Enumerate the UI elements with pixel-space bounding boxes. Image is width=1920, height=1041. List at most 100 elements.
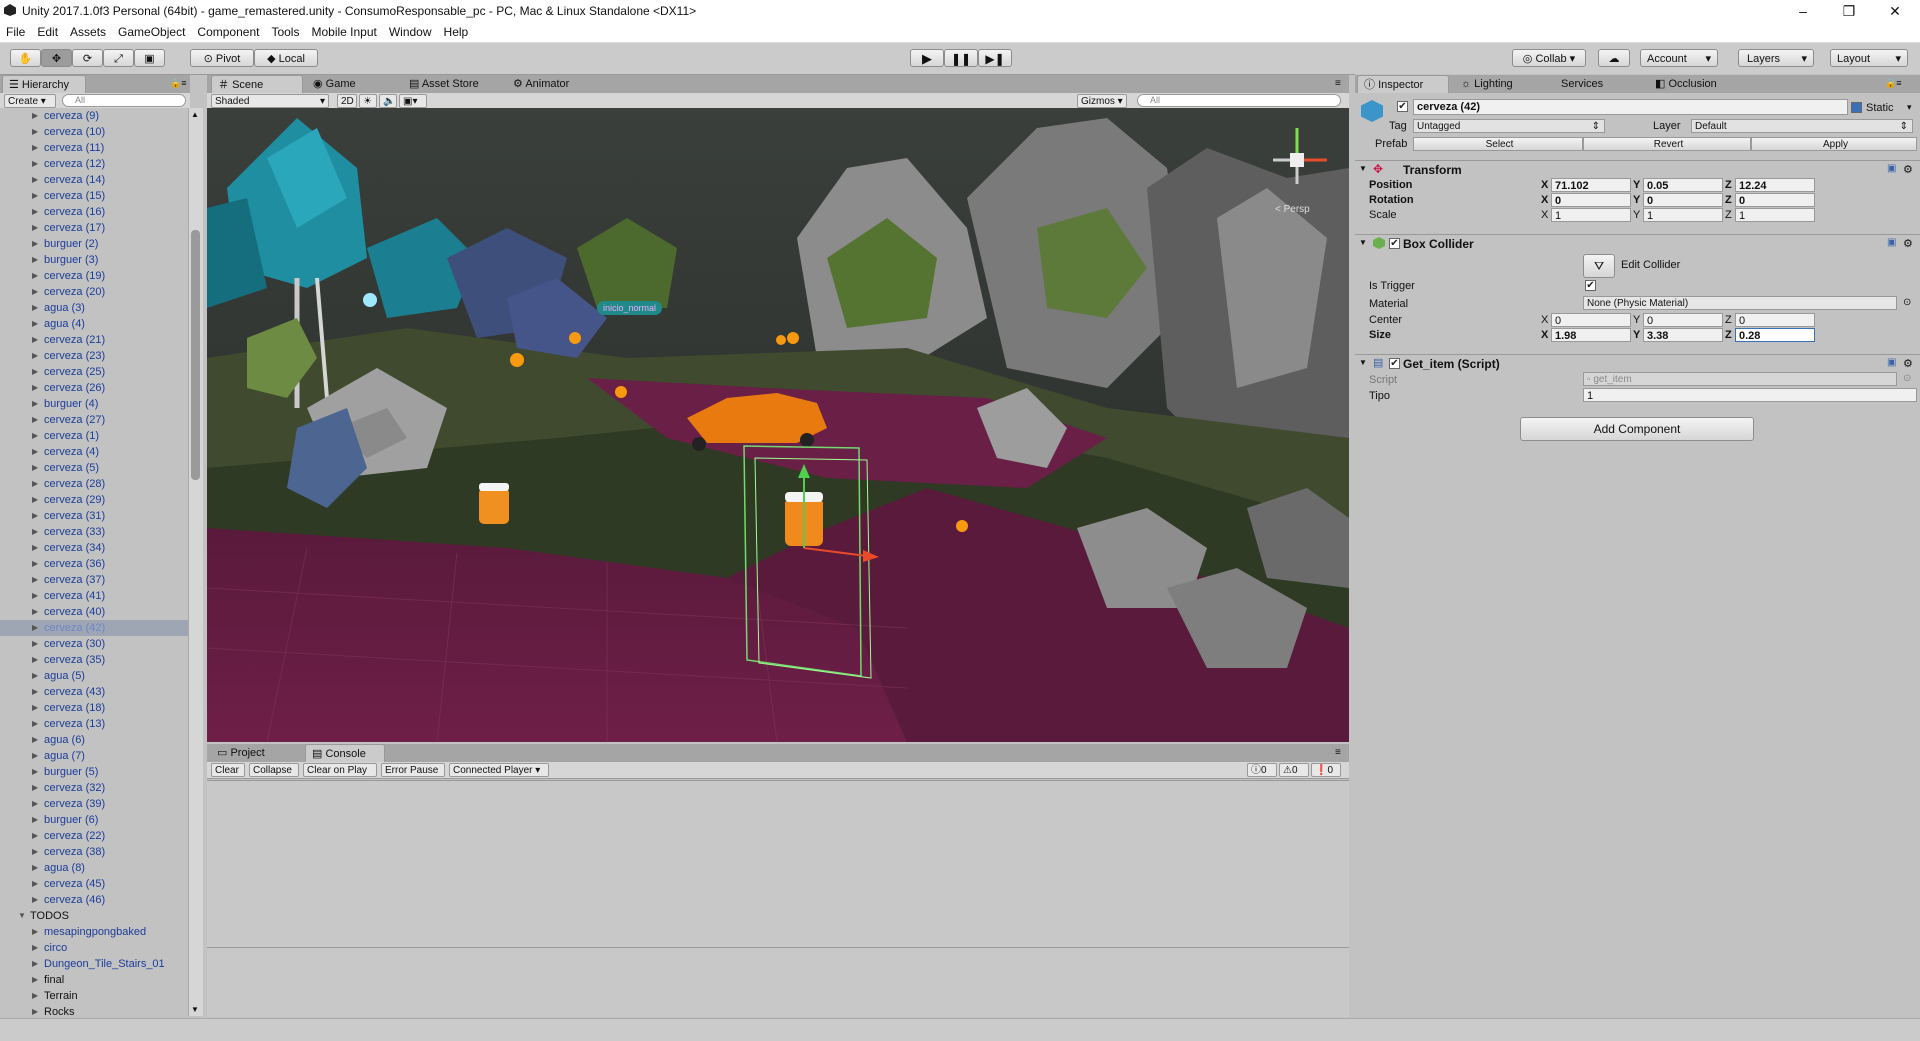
tipo-field[interactable]: 1 <box>1583 388 1917 402</box>
hierarchy-item[interactable]: ▶ cerveza (14) <box>0 172 188 188</box>
console-divider[interactable] <box>207 947 1349 948</box>
collapsed-arrow-icon[interactable]: ▶ <box>32 124 38 140</box>
menu-tools[interactable]: Tools <box>265 22 305 42</box>
box-collider-enabled-checkbox[interactable]: ✔ <box>1389 238 1400 249</box>
collapsed-arrow-icon[interactable]: ▶ <box>32 236 38 252</box>
collapsed-arrow-icon[interactable]: ▶ <box>32 364 38 380</box>
hierarchy-item[interactable]: ▶ cerveza (40) <box>0 604 188 620</box>
collapsed-arrow-icon[interactable]: ▶ <box>32 300 38 316</box>
static-dropdown-caret-icon[interactable]: ▾ <box>1907 102 1912 113</box>
object-active-checkbox[interactable]: ✔ <box>1397 101 1408 112</box>
collapsed-arrow-icon[interactable]: ▶ <box>32 540 38 556</box>
collapsed-arrow-icon[interactable]: ▶ <box>32 812 38 828</box>
collapsed-arrow-icon[interactable]: ▶ <box>32 476 38 492</box>
hierarchy-item[interactable]: ▶ agua (4) <box>0 316 188 332</box>
console-menu-icon[interactable]: ≡ <box>1335 747 1341 758</box>
script-enabled-checkbox[interactable]: ✔ <box>1389 358 1400 369</box>
collapsed-arrow-icon[interactable]: ▶ <box>32 604 38 620</box>
collapsed-arrow-icon[interactable]: ▶ <box>32 876 38 892</box>
rotation-y-field[interactable]: 0 <box>1643 193 1723 207</box>
transform-header[interactable]: ▼ ✥ Transform ▣ ⚙ <box>1355 160 1920 179</box>
material-field[interactable]: None (Physic Material) <box>1583 296 1897 310</box>
collapsed-arrow-icon[interactable]: ▶ <box>32 284 38 300</box>
tab-game[interactable]: ◉ Game <box>307 75 387 93</box>
hierarchy-scrollbar[interactable]: ▲ ▼ <box>188 108 203 1016</box>
collab-button[interactable]: ◎ Collab ▾ <box>1512 49 1586 67</box>
collapsed-arrow-icon[interactable]: ▶ <box>32 412 38 428</box>
rotate-tool-icon[interactable]: ⟳ <box>72 49 103 67</box>
collapsed-arrow-icon[interactable]: ▶ <box>32 428 38 444</box>
rect-tool-icon[interactable]: ▣ <box>134 49 165 67</box>
audio-toggle-icon[interactable]: 🔈 <box>379 94 397 108</box>
collapsed-arrow-icon[interactable]: ▶ <box>32 972 38 988</box>
tab-hierarchy[interactable]: ☰ Hierarchy <box>2 75 86 93</box>
menu-component[interactable]: Component <box>191 22 265 42</box>
hierarchy-item[interactable]: ▶ cerveza (13) <box>0 716 188 732</box>
hierarchy-item[interactable]: ▶ cerveza (37) <box>0 572 188 588</box>
hierarchy-item[interactable]: ▶ final <box>0 972 188 988</box>
hierarchy-item[interactable]: ▶ cerveza (20) <box>0 284 188 300</box>
hierarchy-item[interactable]: ▶ cerveza (45) <box>0 876 188 892</box>
menu-help[interactable]: Help <box>438 22 475 42</box>
hierarchy-item[interactable]: ▶ cerveza (28) <box>0 476 188 492</box>
console-log-area[interactable] <box>207 780 1349 1017</box>
collapsed-arrow-icon[interactable]: ▶ <box>32 732 38 748</box>
collapsed-arrow-icon[interactable]: ▶ <box>32 348 38 364</box>
panel-lock-icon[interactable]: 🔒≡ <box>170 78 186 89</box>
hierarchy-item[interactable]: ▶ cerveza (42) <box>0 620 188 636</box>
gizmos-dropdown[interactable]: Gizmos ▾ <box>1077 94 1127 108</box>
collapsed-arrow-icon[interactable]: ▶ <box>32 636 38 652</box>
collapsed-arrow-icon[interactable]: ▶ <box>32 684 38 700</box>
hierarchy-item[interactable]: ▶ cerveza (25) <box>0 364 188 380</box>
console-error-filter[interactable]: ❗0 <box>1311 763 1341 777</box>
center-z-field[interactable]: 0 <box>1735 313 1815 327</box>
collapsed-arrow-icon[interactable]: ▶ <box>32 156 38 172</box>
hierarchy-item[interactable]: ▶ burguer (4) <box>0 396 188 412</box>
scale-tool-icon[interactable]: ⤢ <box>103 49 134 67</box>
hierarchy-item[interactable]: ▶ circo <box>0 940 188 956</box>
add-component-button[interactable]: Add Component <box>1520 417 1754 441</box>
hierarchy-item[interactable]: ▶ Rocks <box>0 1004 188 1016</box>
collapsed-arrow-icon[interactable]: ▶ <box>32 796 38 812</box>
hierarchy-item[interactable]: ▶ agua (3) <box>0 300 188 316</box>
collapsed-arrow-icon[interactable]: ▶ <box>32 924 38 940</box>
close-button[interactable]: ✕ <box>1872 0 1918 22</box>
scale-x-field[interactable]: 1 <box>1551 208 1631 222</box>
settings-gear-icon[interactable]: ⚙ <box>1903 163 1913 176</box>
collapsed-arrow-icon[interactable]: ▶ <box>32 220 38 236</box>
connected-player-dropdown[interactable]: Connected Player ▾ <box>449 763 549 777</box>
hierarchy-item[interactable]: ▶ cerveza (17) <box>0 220 188 236</box>
settings-gear-icon[interactable]: ⚙ <box>1903 237 1913 250</box>
rotation-z-field[interactable]: 0 <box>1735 193 1815 207</box>
hierarchy-item[interactable]: ▶ cerveza (27) <box>0 412 188 428</box>
object-name-field[interactable]: cerveza (42) <box>1413 99 1848 115</box>
console-collapse-button[interactable]: Collapse <box>249 763 299 777</box>
hierarchy-item[interactable]: ▶ cerveza (46) <box>0 892 188 908</box>
collapsed-arrow-icon[interactable]: ▶ <box>32 716 38 732</box>
hierarchy-root-item[interactable]: ▼ TODOS <box>0 908 188 924</box>
effects-toggle-icon[interactable]: ▣▾ <box>399 94 427 108</box>
hierarchy-item[interactable]: ▶ cerveza (9) <box>0 108 188 124</box>
collapsed-arrow-icon[interactable]: ▶ <box>32 892 38 908</box>
help-icon[interactable]: ▣ <box>1887 237 1896 248</box>
expanded-arrow-icon[interactable]: ▼ <box>18 908 26 924</box>
menu-gameobject[interactable]: GameObject <box>112 22 191 42</box>
scroll-up-icon[interactable]: ▲ <box>191 110 199 119</box>
hierarchy-item[interactable]: ▶ agua (7) <box>0 748 188 764</box>
collapsed-arrow-icon[interactable]: ▶ <box>32 956 38 972</box>
collapsed-arrow-icon[interactable]: ▶ <box>32 940 38 956</box>
hierarchy-item[interactable]: ▶ Terrain <box>0 988 188 1004</box>
layer-dropdown[interactable]: Default ⇕ <box>1691 119 1913 133</box>
position-y-field[interactable]: 0.05 <box>1643 178 1723 192</box>
hierarchy-item[interactable]: ▶ cerveza (43) <box>0 684 188 700</box>
persp-label[interactable]: < Persp <box>1275 204 1310 215</box>
hierarchy-item[interactable]: ▶ cerveza (33) <box>0 524 188 540</box>
hierarchy-item[interactable]: ▶ cerveza (22) <box>0 828 188 844</box>
hierarchy-item[interactable]: ▶ cerveza (31) <box>0 508 188 524</box>
hierarchy-item[interactable]: ▶ cerveza (18) <box>0 700 188 716</box>
hierarchy-item[interactable]: ▶ cerveza (5) <box>0 460 188 476</box>
hierarchy-item[interactable]: ▶ cerveza (16) <box>0 204 188 220</box>
menu-window[interactable]: Window <box>383 22 438 42</box>
collapsed-arrow-icon[interactable]: ▶ <box>32 620 38 636</box>
collapsed-arrow-icon[interactable]: ▶ <box>32 396 38 412</box>
